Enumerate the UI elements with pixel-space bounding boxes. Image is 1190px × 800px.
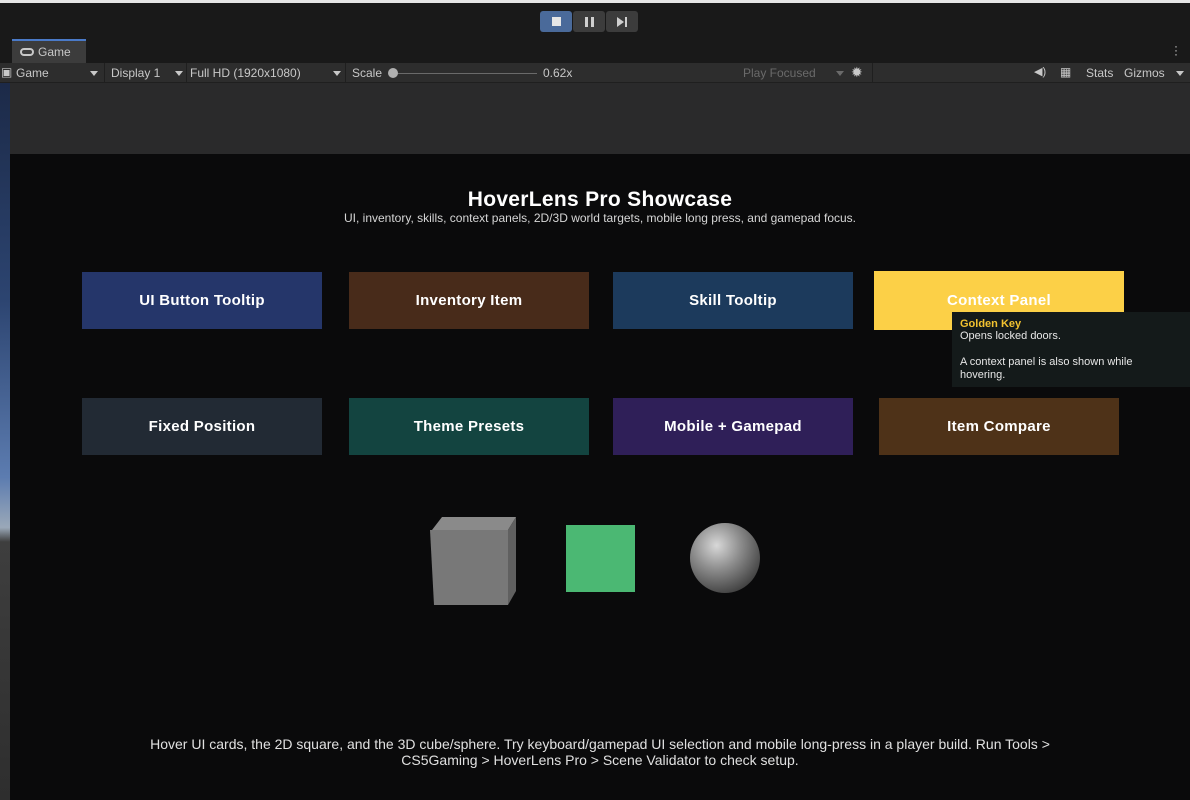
pause-icon [584,16,594,27]
chevron-down-icon [175,71,183,76]
scale-slider-handle[interactable] [388,68,398,78]
bug-icon[interactable]: ✹ [851,64,863,81]
display-dropdown[interactable]: Display 1 [111,66,160,80]
audio-icon[interactable]: ◀) [1034,65,1046,78]
game-view: HoverLens Pro Showcase UI, inventory, sk… [10,154,1190,800]
scale-label: Scale [352,66,383,80]
resolution-dropdown[interactable]: Full HD (1920x1080) [190,66,301,80]
play-toolbar [0,3,1190,39]
world-targets [430,517,760,605]
step-icon [617,16,627,27]
tab-row: Game · · · [0,39,1190,63]
gizmos-button[interactable]: Gizmos [1124,66,1165,80]
chevron-down-icon [90,71,98,76]
scene-camera-icon: ▣ [1,65,13,79]
play-mode-dropdown[interactable]: Play Focused [743,66,816,80]
scale-slider-track[interactable] [392,73,537,74]
stop-icon [551,17,561,26]
tab-game[interactable]: Game [12,39,86,63]
chevron-down-icon [836,71,844,76]
scene-view-edge [0,83,10,800]
view-mode-dropdown[interactable]: Game [16,66,49,80]
cube-3d-target[interactable] [430,517,516,605]
gamepad-icon [20,48,34,56]
pause-button[interactable] [573,11,605,32]
sphere-3d-target[interactable] [690,523,760,593]
scale-value: 0.62x [543,66,573,80]
footer-instructions: Hover UI cards, the 2D square, and the 3… [150,736,1050,768]
stop-button[interactable] [540,11,572,32]
keyboard-icon[interactable]: ▦ [1060,65,1071,79]
step-button[interactable] [606,11,638,32]
game-view-letterbox [10,83,1190,154]
tab-game-label: Game [38,45,71,59]
chevron-down-icon [333,71,341,76]
square-2d-target[interactable] [566,525,635,592]
chevron-down-icon [1176,71,1184,76]
stats-button[interactable]: Stats [1086,66,1113,80]
game-view-toolbar: ▣ Game Display 1 Full HD (1920x1080) Sca… [0,63,1190,83]
more-options-icon[interactable]: · · · [1174,40,1178,60]
